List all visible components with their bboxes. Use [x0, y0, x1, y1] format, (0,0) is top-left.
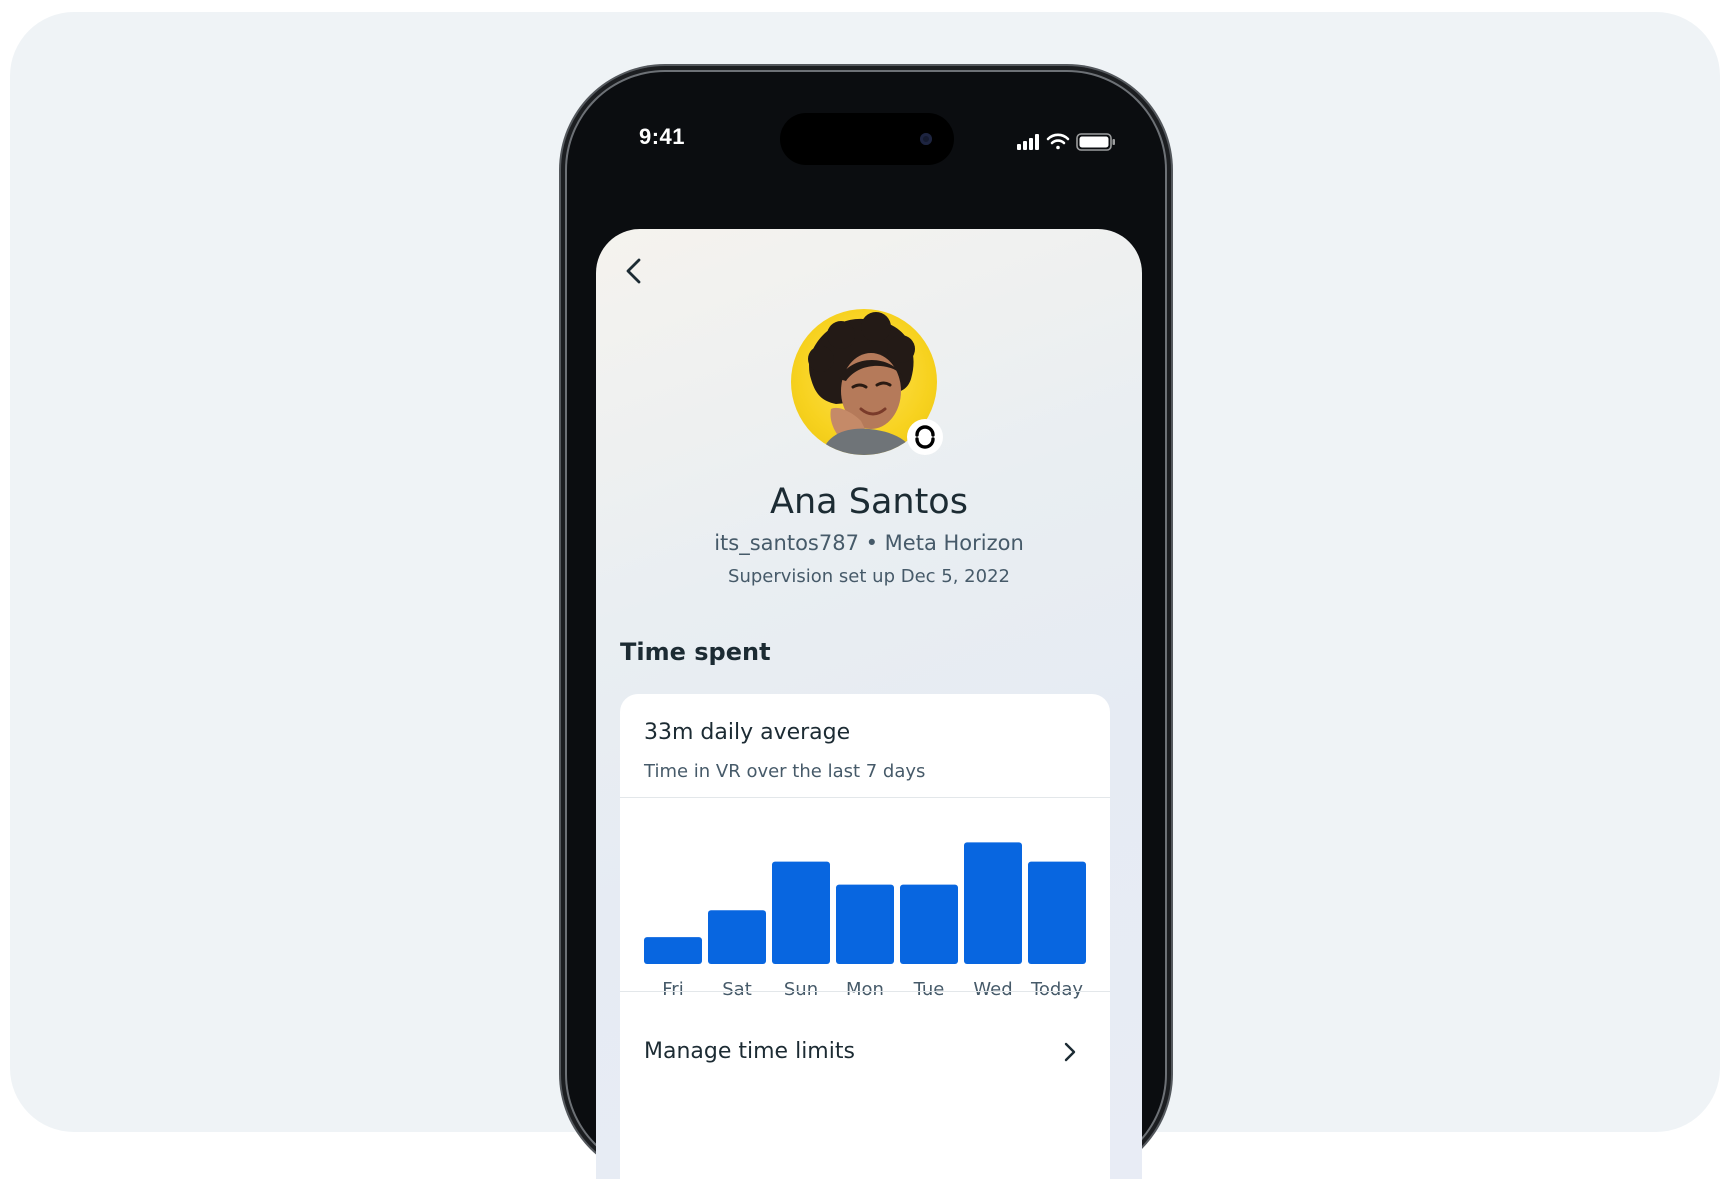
time-spent-card: 33m daily average Time in VR over the la…	[620, 694, 1110, 1179]
chart-bar-today	[1028, 861, 1086, 964]
section-title-time-spent: Time spent	[620, 638, 771, 666]
battery-icon	[1076, 133, 1115, 151]
volume-up-button	[560, 382, 566, 472]
dynamic-island	[780, 113, 954, 165]
card-divider	[620, 797, 1110, 798]
chevron-left-icon	[626, 258, 641, 284]
chart-tick-label: Fri	[662, 979, 683, 1000]
volume-down-button	[560, 496, 566, 586]
card-divider	[620, 991, 1110, 992]
chart-bar-fri	[644, 937, 702, 964]
chart-tick-label: Sat	[722, 979, 752, 1000]
chart-bar-wed	[964, 842, 1022, 964]
wifi-icon	[1046, 133, 1070, 150]
status-time: 9:41	[639, 124, 686, 149]
chart-tick-label: Tue	[913, 979, 945, 1000]
chart-bar-sat	[708, 910, 766, 964]
supervision-date: Supervision set up Dec 5, 2022	[728, 566, 1010, 587]
profile-handle: its_santos787 • Meta Horizon	[714, 531, 1024, 555]
back-button[interactable]	[616, 253, 652, 289]
chart-tick-label: Mon	[846, 979, 884, 1000]
chevron-right-icon	[1064, 1042, 1076, 1062]
app-screen: Ana Santos its_santos787 • Meta Horizon …	[596, 229, 1142, 1179]
manage-time-limits-label: Manage time limits	[644, 1039, 855, 1064]
action-button	[560, 295, 566, 341]
daily-average: 33m daily average	[644, 720, 851, 745]
phone-frame: 9:41 Ana Santos its_santos787 • Meta Hor…	[567, 72, 1165, 1179]
signal-icon	[1017, 134, 1039, 150]
chart-tick-label: Today	[1030, 979, 1083, 1000]
power-button	[1166, 448, 1172, 588]
manage-time-limits-button[interactable]: Manage time limits	[620, 1019, 1110, 1095]
card-subtitle: Time in VR over the last 7 days	[644, 761, 926, 782]
profile-name: Ana Santos	[770, 482, 968, 522]
chart-bar-sun	[772, 861, 830, 964]
meta-sync-badge	[907, 419, 943, 455]
chart-bar-mon	[836, 884, 894, 964]
status-icons	[1017, 132, 1117, 156]
chart-tick-label: Wed	[973, 979, 1012, 1000]
front-camera	[920, 133, 932, 145]
meta-sync-icon	[915, 425, 935, 449]
chart-tick-label: Sun	[784, 979, 818, 1000]
chart-bar-tue	[900, 884, 958, 964]
